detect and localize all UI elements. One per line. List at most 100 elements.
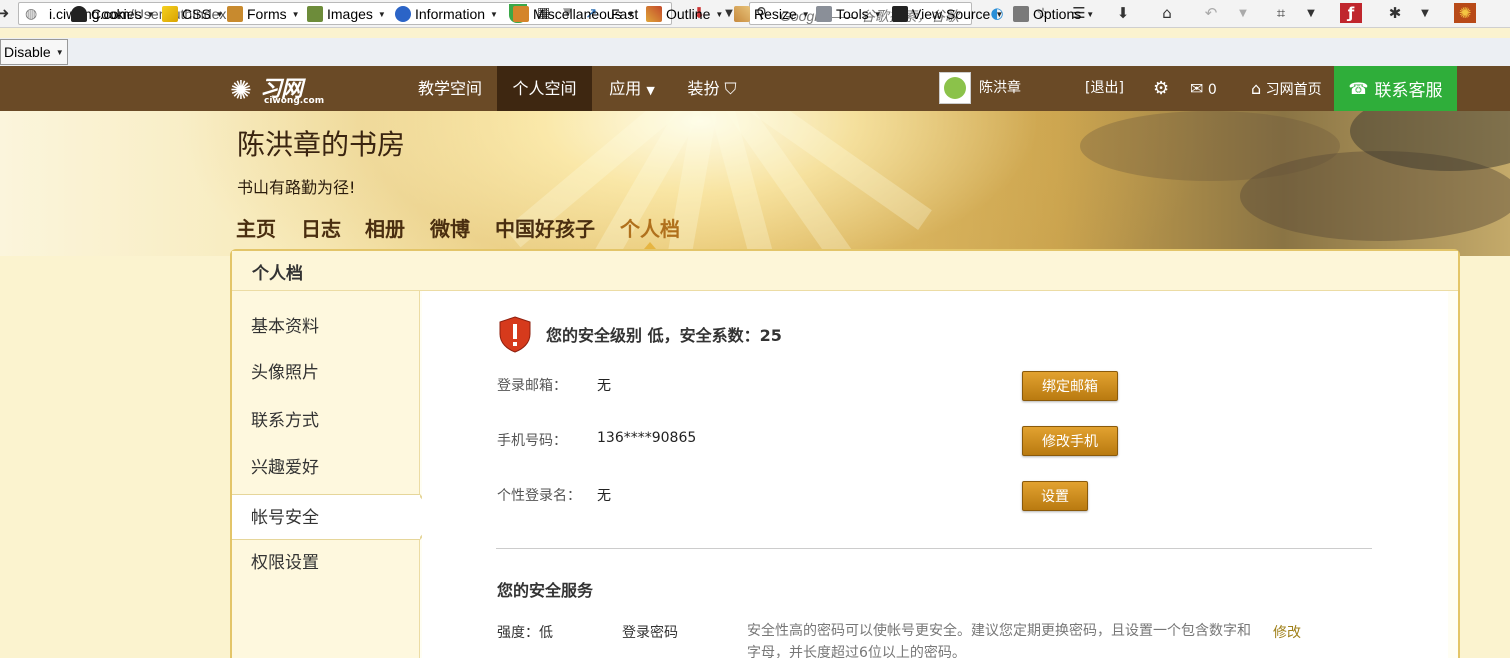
crop-icon[interactable]: ⌗ — [1270, 3, 1292, 23]
options-icon — [1013, 6, 1029, 22]
tab-album[interactable]: 相册 — [365, 213, 405, 243]
avatar[interactable] — [939, 72, 971, 104]
mail-icon: ✉ — [1190, 79, 1204, 98]
downloads-icon[interactable]: ⬇ — [1112, 3, 1134, 23]
bind-email-button[interactable]: 绑定邮箱 — [1022, 371, 1118, 401]
sidebar-item-interests[interactable]: 兴趣爱好 — [232, 445, 420, 491]
tools-icon — [816, 6, 832, 22]
crop-caret-icon[interactable]: ▼ — [1304, 3, 1318, 23]
profile-sidebar: 基本资料 头像照片 联系方式 兴趣爱好 帐号安全 权限设置 — [232, 291, 420, 658]
dev-forms-label: Forms — [247, 6, 287, 22]
phone-label: 手机号码： — [497, 433, 567, 449]
space-banner — [0, 111, 1510, 256]
sidebar-item-contact[interactable]: 联系方式 — [232, 398, 420, 444]
mail-count: 0 — [1207, 82, 1217, 98]
dev-tools[interactable]: Tools ▼ — [816, 4, 882, 24]
caret-icon: ▼ — [873, 9, 882, 19]
gear-icon[interactable]: ⚙ — [1153, 66, 1169, 111]
caret-icon: ▼ — [291, 9, 300, 19]
dev-css[interactable]: CSS ▼ — [162, 4, 224, 24]
undo-caret-icon[interactable]: ▼ — [1236, 3, 1250, 23]
misc-icon — [513, 6, 529, 22]
caret-icon: ▼ — [490, 9, 498, 19]
contact-service-button[interactable]: ☎ 联系客服 — [1334, 66, 1457, 111]
mail-link[interactable]: ✉ 0 — [1190, 66, 1217, 111]
dev-view-source[interactable]: View Source ▼ — [892, 4, 1003, 24]
outline-icon — [646, 6, 662, 22]
sidebar-item-avatar[interactable]: 头像照片 — [232, 350, 420, 396]
box-title-bar: 个人档 — [232, 251, 1458, 291]
avatar-image — [944, 77, 966, 99]
web-developer-toolbar — [0, 38, 1510, 66]
globe-icon: ◍ — [25, 6, 38, 22]
set-login-name-button[interactable]: 设置 — [1022, 481, 1088, 511]
caret-icon: ▼ — [215, 9, 224, 19]
dev-forms[interactable]: Forms ▼ — [227, 4, 300, 24]
phone-value: 136****90865 — [597, 430, 697, 446]
dev-cookies[interactable]: Cookies ▼ — [71, 4, 155, 24]
dev-miscellaneous[interactable]: Miscellaneous ▼ — [513, 4, 635, 24]
section-divider — [496, 548, 1372, 549]
back-icon[interactable]: ➜ — [0, 3, 12, 23]
forms-icon — [227, 6, 243, 22]
dev-view-source-label: View Source — [912, 6, 991, 22]
home-link-label: 习网首页 — [1265, 82, 1322, 98]
flash-icon[interactable]: ƒ — [1340, 3, 1362, 23]
tab-home[interactable]: 主页 — [236, 213, 276, 243]
caret-icon: ▼ — [377, 9, 386, 19]
dev-images[interactable]: Images ▼ — [307, 4, 386, 24]
nav-apps[interactable]: 应用 ▼ — [596, 66, 668, 111]
view-source-icon — [892, 6, 908, 22]
dev-resize[interactable]: Resize ▼ — [734, 4, 810, 24]
nav-dress-up-label: 装扮 — [687, 79, 720, 98]
nav-dress-up[interactable]: 装扮 ⛉ — [674, 66, 750, 111]
change-phone-button[interactable]: 修改手机 — [1022, 426, 1118, 456]
sun-addon-icon[interactable]: ✺ — [1454, 3, 1476, 23]
security-level-text: 您的安全级别 低，安全系数：25 — [546, 326, 782, 345]
home-icon[interactable]: ⌂ — [1156, 3, 1178, 23]
security-services-title: 您的安全服务 — [497, 581, 594, 600]
site-logo[interactable]: ✺ 习网 ciwong.com — [230, 70, 330, 108]
dev-miscellaneous-label: Miscellaneous — [533, 6, 622, 22]
dev-information[interactable]: Information ▼ — [395, 4, 498, 24]
caret-icon: ▼ — [1086, 9, 1095, 19]
tab-diary[interactable]: 日志 — [301, 213, 341, 243]
nav-teaching-space[interactable]: 教学空间 — [403, 66, 497, 111]
dev-images-label: Images — [327, 6, 373, 22]
tab-profile[interactable]: 个人档 — [620, 213, 680, 243]
undo-icon[interactable]: ↶ — [1200, 3, 1222, 23]
sidebar-item-basic-info[interactable]: 基本资料 — [232, 304, 420, 350]
info-icon — [395, 6, 411, 22]
dev-disable[interactable]: Disable ▼ — [0, 39, 68, 65]
caret-icon: ▼ — [146, 9, 155, 19]
sidebar-item-account-security[interactable]: 帐号安全 — [232, 494, 420, 540]
email-label: 登录邮箱： — [497, 378, 567, 394]
shield-warning-icon — [499, 316, 531, 353]
modify-password-link[interactable]: 修改 — [1273, 622, 1301, 642]
logout-link[interactable]: [退出] — [1085, 66, 1124, 111]
images-icon — [307, 6, 323, 22]
dev-options[interactable]: Options ▼ — [1013, 4, 1094, 24]
sidebar-item-permissions[interactable]: 权限设置 — [232, 540, 420, 586]
tshirt-icon: ⛉ — [724, 79, 737, 98]
home-link[interactable]: ⌂ 习网首页 — [1251, 66, 1322, 111]
active-tab-pointer — [644, 242, 656, 249]
dev-disable-label: Disable — [4, 44, 51, 60]
tab-good-kid[interactable]: 中国好孩子 — [495, 213, 595, 243]
space-motto: 书山有路勤为径! — [237, 178, 356, 197]
bug-caret-icon[interactable]: ▼ — [1418, 3, 1432, 23]
box-title: 个人档 — [252, 264, 303, 284]
site-header: ✺ 习网 ciwong.com 教学空间 个人空间 应用 ▼ 装扮 ⛉ 陈洪章 … — [0, 66, 1510, 111]
username[interactable]: 陈洪章 — [979, 66, 1021, 111]
nav-personal-space[interactable]: 个人空间 — [497, 66, 592, 111]
dev-outline[interactable]: Outline ▼ — [646, 4, 723, 24]
css-icon — [162, 6, 178, 22]
bug-icon[interactable]: ✱ — [1384, 3, 1406, 23]
security-content: 您的安全级别 低，安全系数：25 登录邮箱： 无 绑定邮箱 手机号码： 136*… — [422, 291, 1448, 658]
email-value: 无 — [597, 378, 611, 394]
dev-resize-label: Resize — [754, 6, 797, 22]
dev-cookies-label: Cookies — [91, 6, 142, 22]
caret-icon: ▼ — [801, 9, 810, 19]
tab-weibo[interactable]: 微博 — [430, 213, 470, 243]
password-service-desc: 安全性高的密码可以使帐号更安全。建议您定期更换密码，且设置一个包含数字和字母，并… — [747, 623, 1251, 658]
